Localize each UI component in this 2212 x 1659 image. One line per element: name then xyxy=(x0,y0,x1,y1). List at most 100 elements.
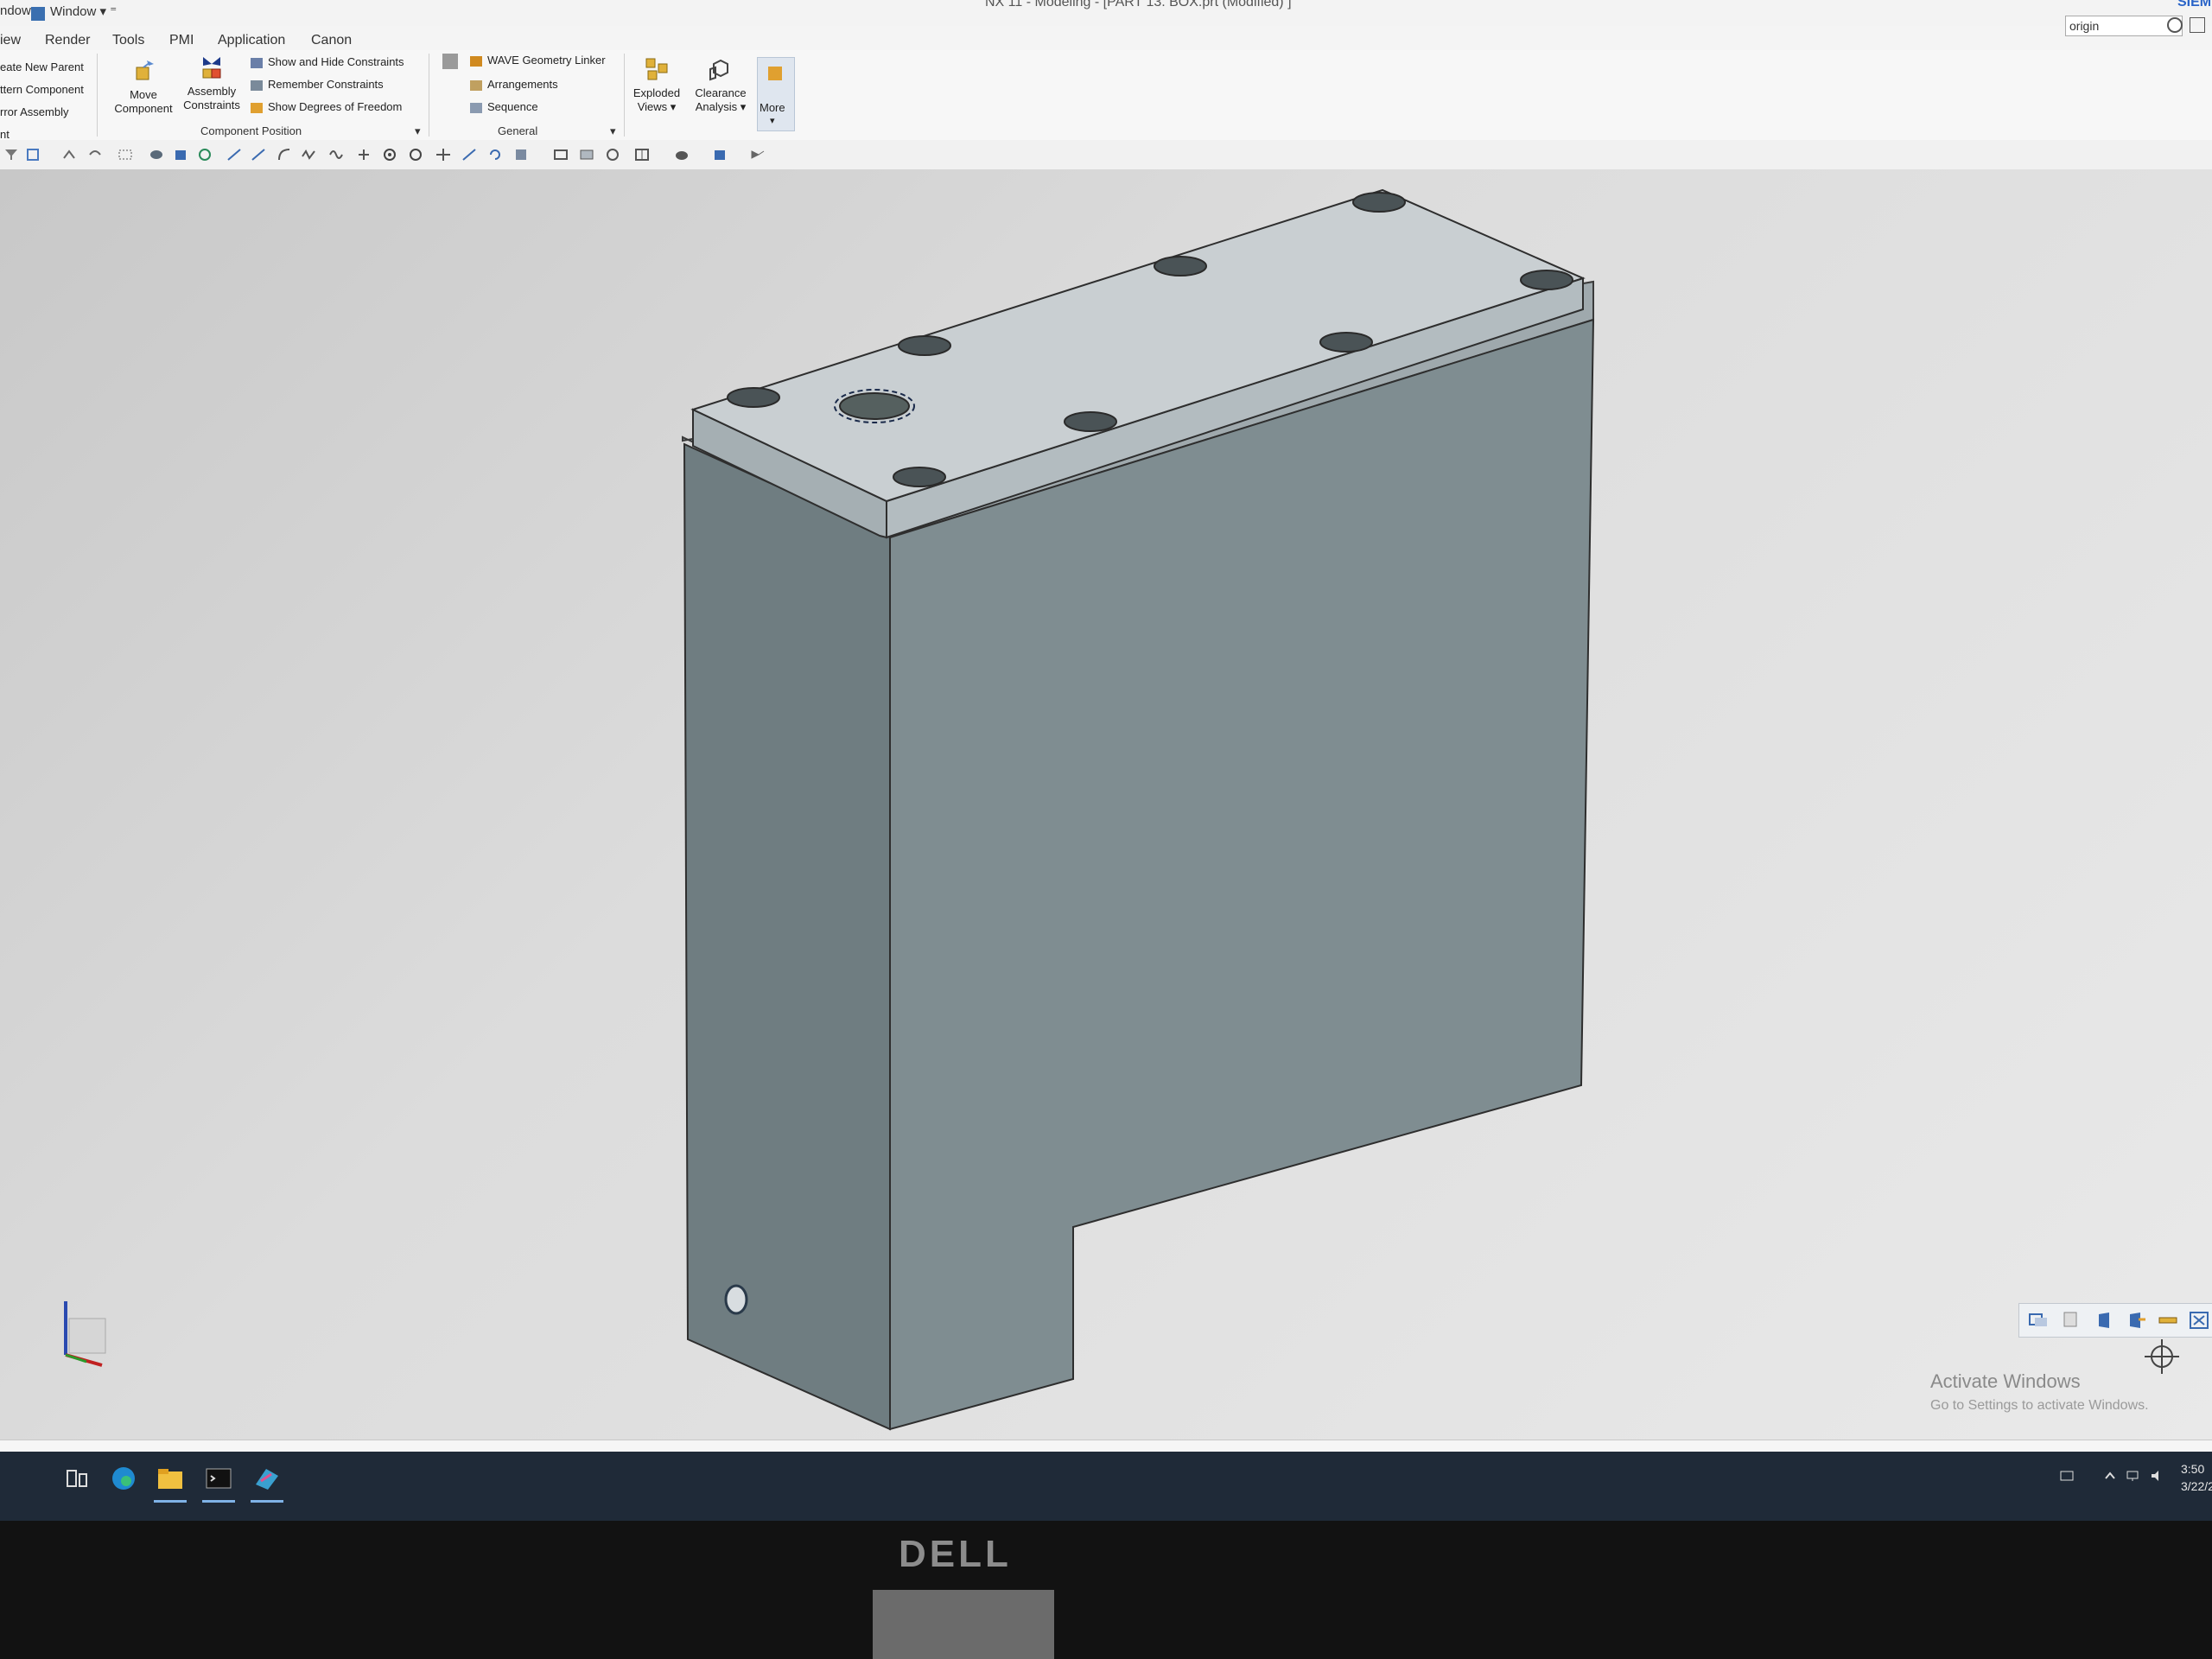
exploded-views-icon xyxy=(645,58,668,80)
undo-icon[interactable] xyxy=(86,148,102,162)
show-hide-constraints-button[interactable]: Show and Hide Constraints xyxy=(251,55,404,68)
arrangements-button[interactable]: Arrangements xyxy=(470,78,558,91)
clock-time: 3:50 xyxy=(2181,1462,2205,1476)
tab-application[interactable]: Application xyxy=(218,33,285,48)
snap-icon[interactable] xyxy=(62,148,78,162)
network-icon[interactable] xyxy=(2126,1469,2139,1483)
group-general-chevron-icon[interactable]: ▾ xyxy=(610,124,616,138)
monitor-screen: ndow Window ▾ ⁼ NX 11 - Modeling - [PART… xyxy=(0,0,2212,1521)
hole[interactable] xyxy=(1319,332,1373,353)
coordinate-triad-icon xyxy=(64,1301,106,1367)
wave-geometry-linker-button[interactable]: WAVE Geometry Linker xyxy=(470,54,606,67)
edge-browser-icon[interactable] xyxy=(109,1464,138,1493)
pattern-component-button[interactable]: ttern Component xyxy=(0,83,84,96)
task-view-icon[interactable] xyxy=(62,1464,92,1493)
measure-icon[interactable] xyxy=(2158,1311,2178,1330)
hole[interactable] xyxy=(1352,192,1406,213)
render-style-icon[interactable] xyxy=(674,148,690,162)
zoom-icon[interactable] xyxy=(579,148,594,162)
tab-tools[interactable]: Tools xyxy=(112,33,144,48)
search-icon[interactable] xyxy=(2167,17,2183,33)
status-line xyxy=(0,1440,2212,1452)
orient-view-icon[interactable] xyxy=(712,148,728,162)
fit-all-icon[interactable] xyxy=(2189,1311,2209,1330)
nx-app-icon[interactable] xyxy=(252,1464,282,1493)
assembly-constraints-icon xyxy=(202,57,221,79)
side-face[interactable] xyxy=(683,442,891,1431)
shaded-icon[interactable] xyxy=(149,148,164,162)
create-new-parent-button[interactable]: eate New Parent xyxy=(0,60,84,73)
ribbon-divider xyxy=(624,54,625,137)
selection-filter-icon[interactable] xyxy=(3,148,19,162)
section-view-icon[interactable] xyxy=(750,148,766,162)
hole[interactable] xyxy=(1064,411,1117,432)
arrangements-icon xyxy=(470,79,482,91)
window-icon[interactable] xyxy=(31,7,45,21)
layout-icon[interactable] xyxy=(634,148,650,162)
select-scope-icon[interactable] xyxy=(26,148,41,162)
clip-section-icon[interactable] xyxy=(2126,1311,2147,1330)
crosshair-icon[interactable] xyxy=(435,148,451,162)
mirror-assembly-button[interactable]: rror Assembly xyxy=(0,105,68,118)
mesh-icon[interactable] xyxy=(197,148,213,162)
point-icon[interactable] xyxy=(356,148,372,162)
solid-body-icon[interactable] xyxy=(173,148,188,162)
cursor-move-icon xyxy=(2145,1339,2179,1374)
group-expand-chevron-icon[interactable]: ▾ xyxy=(415,124,421,138)
assembly-constraints-label-2: Constraints xyxy=(183,99,240,111)
fit-view-icon[interactable] xyxy=(553,148,569,162)
wave-curve-icon[interactable] xyxy=(328,148,344,162)
diagonal-icon[interactable] xyxy=(461,148,477,162)
window-menu[interactable]: Window ▾ ⁼ xyxy=(50,3,117,19)
more-gallery-button[interactable]: More ▾ xyxy=(757,57,795,131)
move-component-button[interactable]: Move Component xyxy=(107,57,180,116)
command-search-input[interactable]: origin xyxy=(2065,16,2183,36)
section-icon[interactable] xyxy=(2095,1311,2116,1330)
orbit-icon[interactable] xyxy=(605,148,620,162)
sequence-button[interactable]: Sequence xyxy=(470,100,538,113)
hole-selected[interactable] xyxy=(839,392,910,420)
copy-view-icon[interactable] xyxy=(2061,1311,2082,1330)
tab-canon[interactable]: Canon xyxy=(311,33,352,48)
clearance-analysis-button[interactable]: Clearance Analysis ▾ xyxy=(688,55,753,114)
file-explorer-icon[interactable] xyxy=(156,1464,185,1493)
circle-icon[interactable] xyxy=(408,148,423,162)
side-hole[interactable] xyxy=(724,1284,748,1315)
hole[interactable] xyxy=(898,335,951,356)
exploded-views-button[interactable]: Exploded Views ▾ xyxy=(626,55,688,114)
volume-icon[interactable] xyxy=(2150,1469,2164,1483)
arc-center-icon[interactable] xyxy=(382,148,397,162)
more-icon xyxy=(768,67,782,80)
hole[interactable] xyxy=(727,387,780,408)
group-component-position[interactable]: Component Position xyxy=(200,124,302,137)
command-prompt-icon[interactable] xyxy=(204,1464,233,1493)
app-title: NX 11 - Modeling - [PART 13. BOX.prt (Mo… xyxy=(985,0,1292,10)
chevron-up-icon[interactable] xyxy=(2103,1469,2117,1483)
hole[interactable] xyxy=(1520,270,1573,290)
sequence-label: Sequence xyxy=(487,100,538,113)
tab-render[interactable]: Render xyxy=(45,33,90,48)
rotate-icon[interactable] xyxy=(487,148,503,162)
hole[interactable] xyxy=(893,467,946,487)
system-clock[interactable]: 3:50 3/22/2 xyxy=(2181,1460,2212,1495)
curve-icon[interactable] xyxy=(276,148,292,162)
tab-pmi[interactable]: PMI xyxy=(169,33,194,48)
line-icon[interactable] xyxy=(226,148,242,162)
restore-view-icon[interactable] xyxy=(2028,1311,2049,1330)
spline-icon[interactable] xyxy=(301,148,316,162)
windows-taskbar: 3:50 3/22/2 xyxy=(0,1452,2212,1521)
tab-view[interactable]: iew xyxy=(0,33,21,48)
show-degrees-of-freedom-button[interactable]: Show Degrees of Freedom xyxy=(251,100,402,113)
edge-icon[interactable] xyxy=(251,148,266,162)
assembly-constraints-button[interactable]: Assembly Constraints xyxy=(178,54,245,112)
book-icon[interactable] xyxy=(513,148,529,162)
wave-icon[interactable] xyxy=(442,54,463,69)
remember-constraints-button[interactable]: Remember Constraints xyxy=(251,78,384,91)
graphics-viewport[interactable]: Activate Windows Go to Settings to activ… xyxy=(0,169,2212,1440)
group-general[interactable]: General xyxy=(498,124,537,137)
keyboard-icon[interactable] xyxy=(2060,1469,2074,1483)
help-icon[interactable] xyxy=(2190,17,2205,33)
box-part-model[interactable] xyxy=(0,169,2212,1440)
hole[interactable] xyxy=(1154,256,1207,276)
rectangle-select-icon[interactable] xyxy=(118,148,133,162)
